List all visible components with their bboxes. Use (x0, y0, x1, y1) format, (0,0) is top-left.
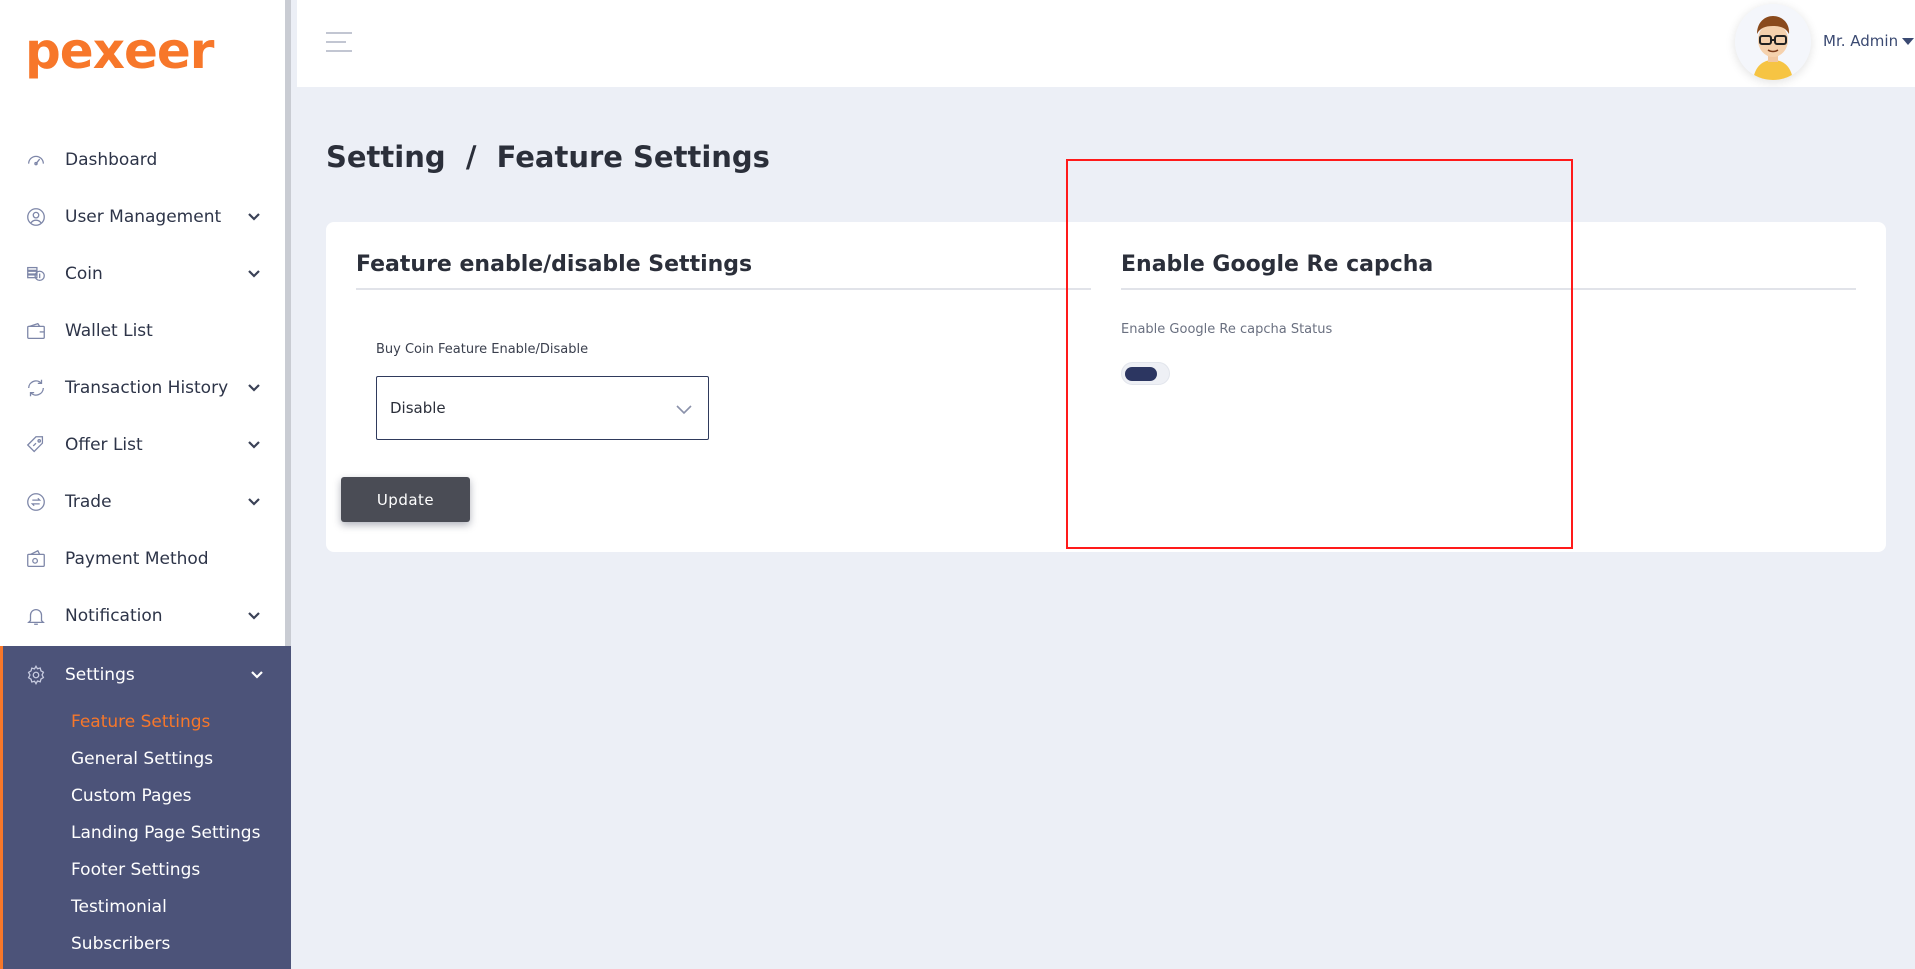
submenu-item-general-settings[interactable]: General Settings (71, 740, 291, 777)
feature-panel-title: Feature enable/disable Settings (356, 252, 753, 277)
sidebar-item-transaction-history[interactable]: Transaction History (0, 359, 291, 416)
sidebar-item-label: Payment Method (65, 548, 209, 569)
recaptcha-status-label: Enable Google Re capcha Status (1121, 322, 1333, 337)
sidebar-item-trade[interactable]: Trade (0, 473, 291, 530)
chevron-down-icon (246, 379, 264, 397)
sidebar-item-coin[interactable]: Coin (0, 245, 291, 302)
submenu-item-testimonial[interactable]: Testimonial (71, 888, 291, 925)
sidebar-item-notification[interactable]: Notification (0, 587, 291, 644)
sidebar-nav: Dashboard User Management Coin Wallet Li… (0, 131, 291, 644)
buy-coin-feature-select[interactable]: Disable (376, 376, 709, 440)
recaptcha-panel-title: Enable Google Re capcha (1121, 252, 1434, 277)
chevron-down-icon (246, 436, 264, 454)
sidebar-item-settings[interactable]: Settings (3, 646, 291, 703)
sidebar-item-wallet-list[interactable]: Wallet List (0, 302, 291, 359)
user-menu-dropdown[interactable]: Mr. Admin (1811, 32, 1915, 50)
submenu-item-feature-settings[interactable]: Feature Settings (71, 703, 291, 740)
settings-card: Feature enable/disable Settings Buy Coin… (326, 222, 1886, 552)
recaptcha-status-toggle[interactable] (1121, 362, 1170, 385)
sidebar-item-label: Transaction History (65, 377, 229, 398)
sidebar-section-settings: Settings Feature Settings General Settin… (0, 646, 291, 969)
update-button[interactable]: Update (341, 477, 470, 522)
chevron-down-icon (246, 265, 264, 283)
user-circle-icon (24, 205, 48, 229)
chevron-down-icon (246, 493, 264, 511)
sidebar-item-user-management[interactable]: User Management (0, 188, 291, 245)
wallet-icon (24, 319, 48, 343)
submenu-item-footer-settings[interactable]: Footer Settings (71, 851, 291, 888)
page-title: Setting / Feature Settings (326, 140, 770, 174)
offer-tag-icon (24, 433, 48, 457)
trade-exchange-icon (24, 490, 48, 514)
sidebar-item-label: Notification (65, 605, 163, 626)
sidebar-item-payment-method[interactable]: Payment Method (0, 530, 291, 587)
sidebar-item-label: User Management (65, 206, 222, 227)
chevron-down-icon (249, 666, 267, 684)
caret-down-icon (1902, 37, 1915, 45)
sidebar-item-label: Coin (65, 263, 103, 284)
logo-text: pexeer (25, 22, 214, 80)
submenu-item-custom-pages[interactable]: Custom Pages (71, 777, 291, 814)
settings-submenu: Feature Settings General Settings Custom… (3, 703, 291, 962)
sidebar-item-label: Trade (65, 491, 112, 512)
chevron-down-icon (246, 607, 264, 625)
divider (356, 288, 1091, 290)
top-bar: Mr. Admin (297, 0, 1915, 87)
brand-logo[interactable]: pexeer (25, 18, 214, 84)
chevron-down-icon (674, 399, 694, 419)
transaction-history-icon (24, 376, 48, 400)
avatar[interactable] (1735, 4, 1811, 80)
divider (1121, 288, 1856, 290)
select-value: Disable (390, 399, 446, 417)
bell-icon (24, 604, 48, 628)
sidebar-item-label: Settings (65, 664, 135, 685)
sidebar-item-dashboard[interactable]: Dashboard (0, 131, 291, 188)
chevron-down-icon (246, 208, 264, 226)
sidebar-item-label: Offer List (65, 434, 143, 455)
coin-stack-icon (24, 262, 48, 286)
sidebar-item-offer-list[interactable]: Offer List (0, 416, 291, 473)
payment-wallet-icon (24, 547, 48, 571)
hamburger-menu-icon[interactable] (326, 32, 352, 54)
sidebar-item-label: Dashboard (65, 149, 158, 170)
user-name: Mr. Admin (1823, 32, 1899, 50)
gear-icon (24, 663, 48, 687)
dashboard-gauge-icon (24, 148, 48, 172)
sidebar: pexeer Dashboard User Management Coin Wa… (0, 0, 291, 969)
buy-coin-field-label: Buy Coin Feature Enable/Disable (376, 342, 589, 357)
toggle-knob (1125, 367, 1157, 381)
submenu-item-subscribers[interactable]: Subscribers (71, 925, 291, 962)
sidebar-item-label: Wallet List (65, 320, 153, 341)
submenu-item-landing-page-settings[interactable]: Landing Page Settings (71, 814, 291, 851)
